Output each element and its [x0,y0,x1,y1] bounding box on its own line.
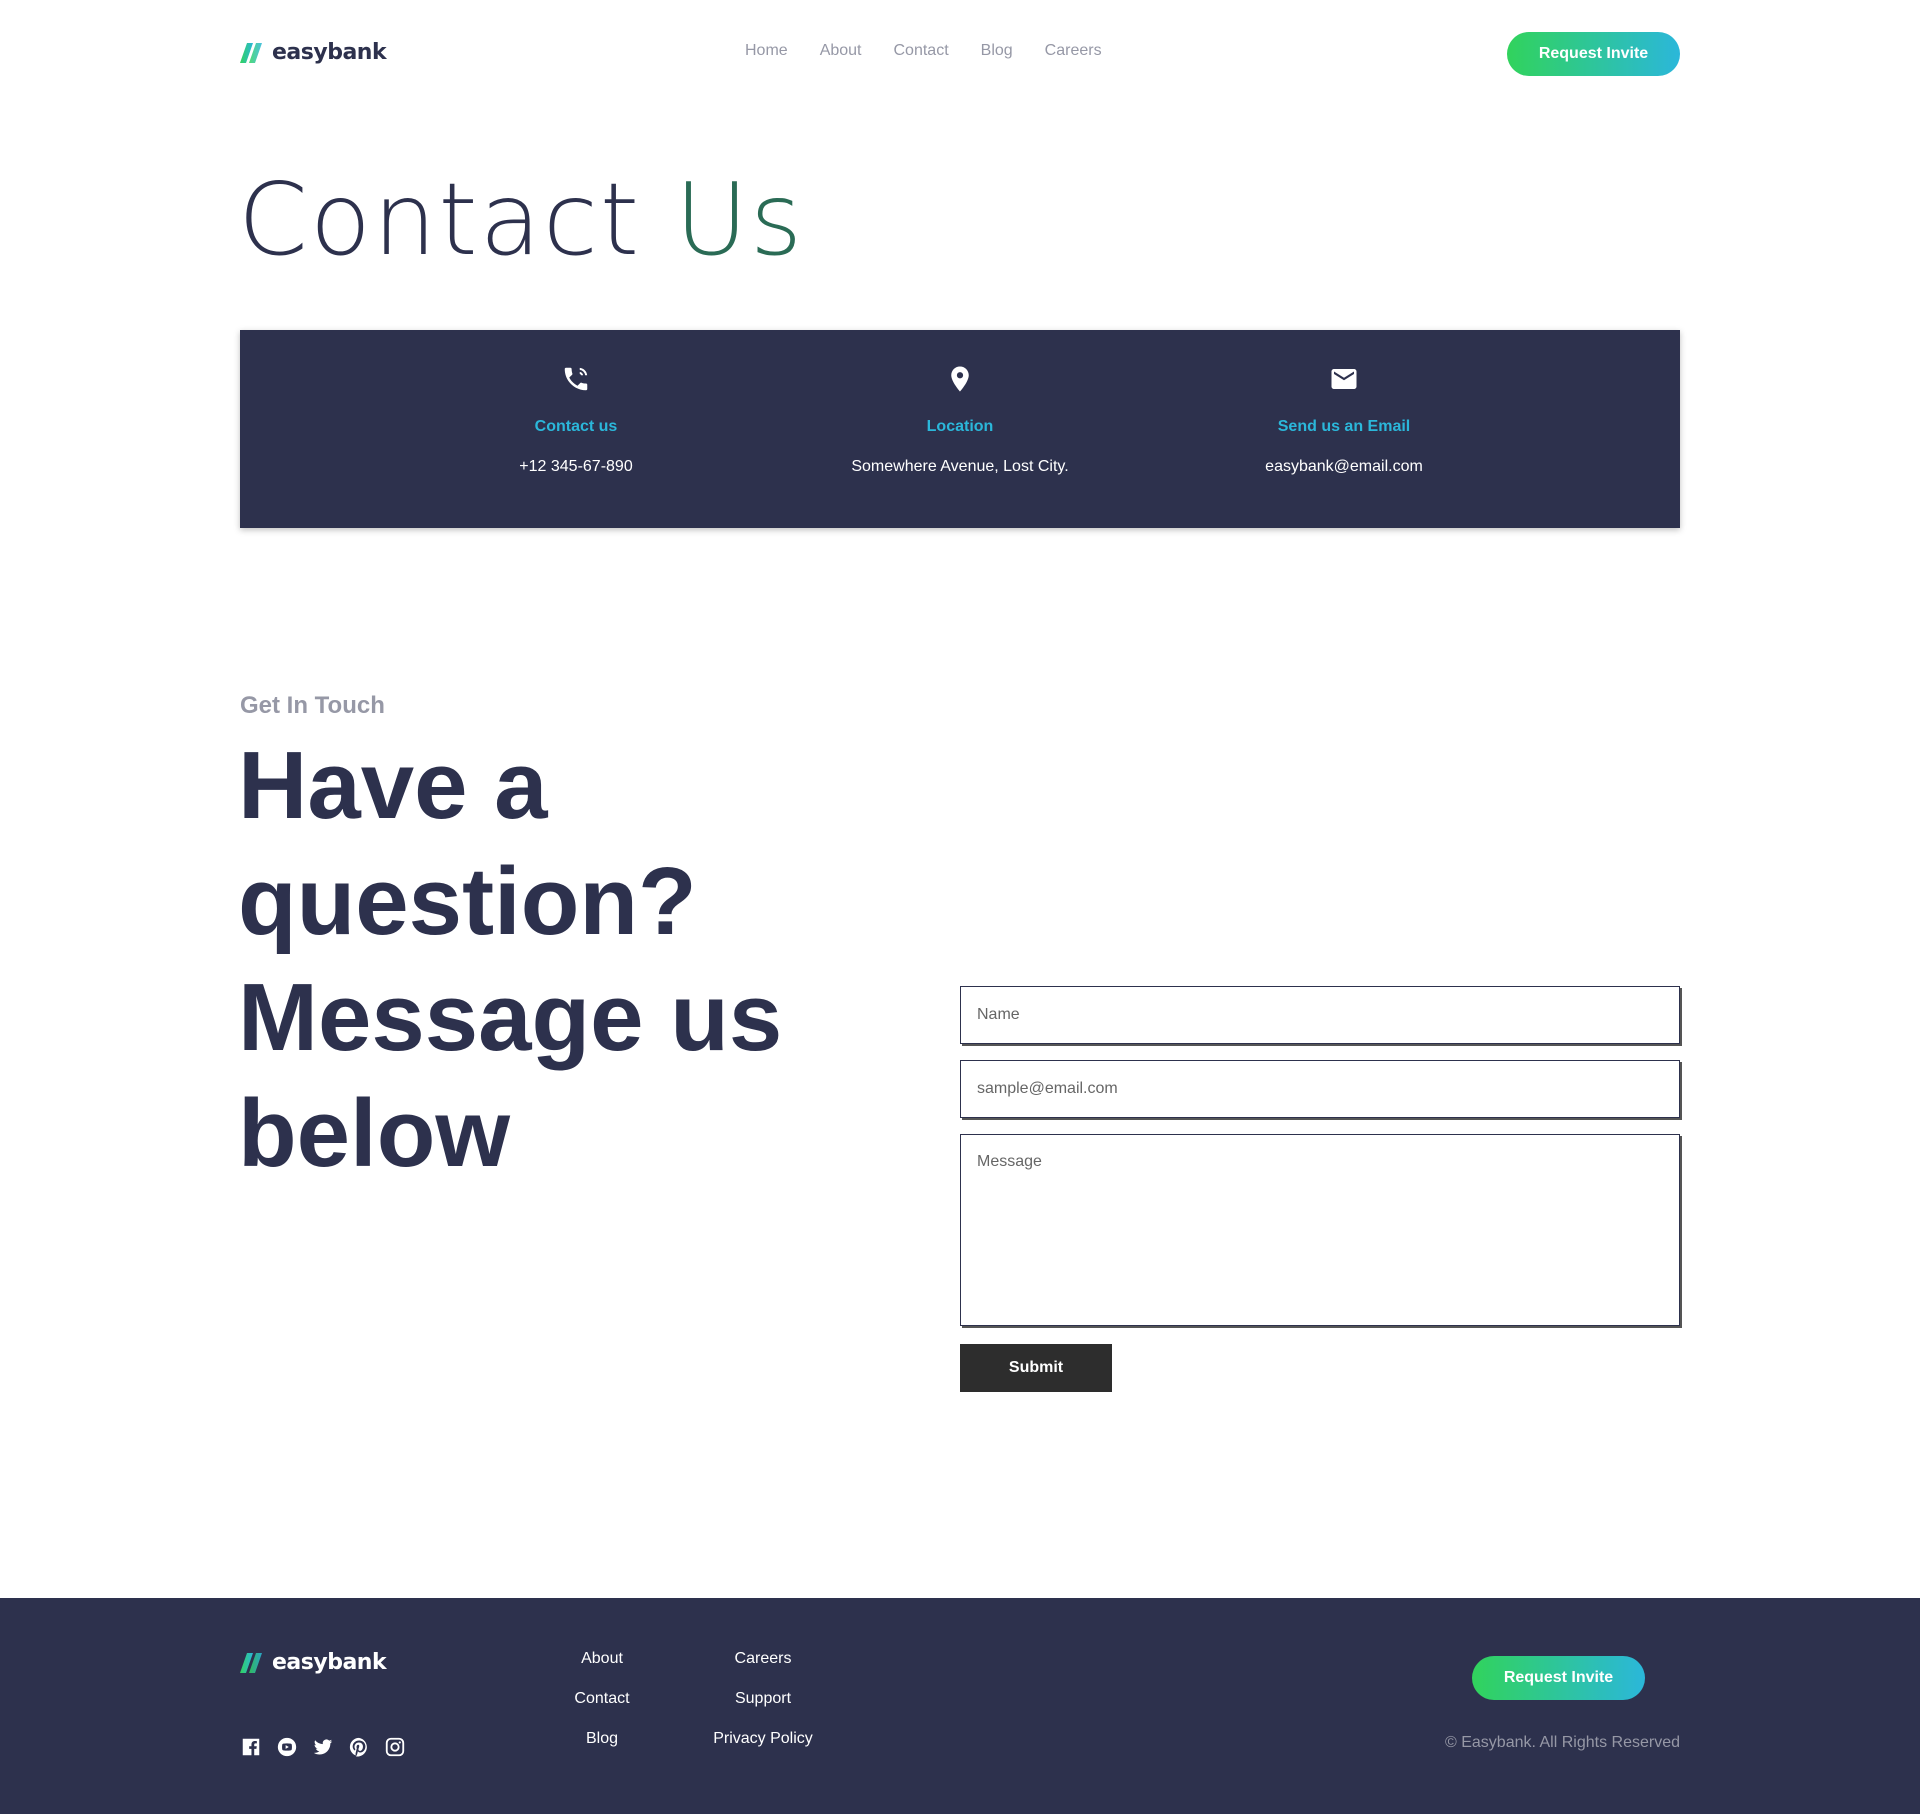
facebook-icon[interactable] [240,1736,262,1758]
logo-mark-icon [240,1652,262,1673]
pinterest-icon[interactable] [348,1736,370,1758]
contact-info-banner: Contact us +12 345-67-890 Location Somew… [240,330,1680,528]
email-field[interactable] [960,1060,1680,1118]
page-title-part2: Us [674,161,805,278]
youtube-icon[interactable] [276,1736,298,1758]
twitter-icon[interactable] [312,1736,334,1758]
nav-contact[interactable]: Contact [894,42,949,60]
contact-info-value: Somewhere Avenue, Lost City. [851,458,1069,475]
submit-button[interactable]: Submit [960,1344,1112,1392]
nav-about[interactable]: About [820,42,862,60]
footer-brand-name: easybank [272,1650,387,1675]
location-pin-icon [944,362,976,396]
social-links [240,1736,406,1758]
footer-link-careers[interactable]: Careers [703,1648,823,1670]
footer-request-invite-button[interactable]: Request Invite [1472,1656,1645,1700]
footer-link-contact[interactable]: Contact [552,1688,652,1710]
site-header: easybank Home About Contact Blog Careers… [0,0,1920,108]
contact-info-label: Send us an Email [1277,418,1411,435]
footer-link-blog[interactable]: Blog [552,1728,652,1750]
section-eyebrow: Get In Touch [240,692,385,719]
request-invite-button[interactable]: Request Invite [1507,32,1680,76]
logo-mark-icon [240,42,262,63]
footer-link-support[interactable]: Support [703,1688,823,1710]
footer-links-col1: About Contact Blog [552,1648,652,1750]
nav-home[interactable]: Home [745,42,788,60]
contact-info-value[interactable]: easybank@email.com [1154,458,1534,476]
contact-info-label: Contact us [534,418,618,435]
nav-blog[interactable]: Blog [981,42,1013,60]
copyright-text: © Easybank. All Rights Reserved [1444,1734,1680,1751]
nav-careers[interactable]: Careers [1045,42,1102,60]
main-nav: Home About Contact Blog Careers [745,42,1102,60]
contact-info-value[interactable]: +12 345-67-890 [386,458,766,476]
phone-icon [560,362,592,396]
footer-link-privacy-policy[interactable]: Privacy Policy [703,1728,823,1750]
mail-icon [1328,362,1360,396]
contact-info-label: Location [926,418,994,435]
name-field[interactable] [960,986,1680,1044]
message-field[interactable] [960,1134,1680,1326]
page-title-part1: Contact [238,161,642,278]
section-headline: Have a question? Message us below [238,732,783,1187]
instagram-icon[interactable] [384,1736,406,1758]
footer-links-col2: Careers Support Privacy Policy [703,1648,823,1750]
page-title: Contact Us [238,160,804,280]
brand-name: easybank [272,40,387,65]
footer-brand-logo[interactable]: easybank [240,1650,387,1675]
brand-logo[interactable]: easybank [240,40,387,65]
footer-link-about[interactable]: About [552,1648,652,1670]
site-footer: easybank About Contact Blog Careers Supp… [0,1598,1920,1814]
